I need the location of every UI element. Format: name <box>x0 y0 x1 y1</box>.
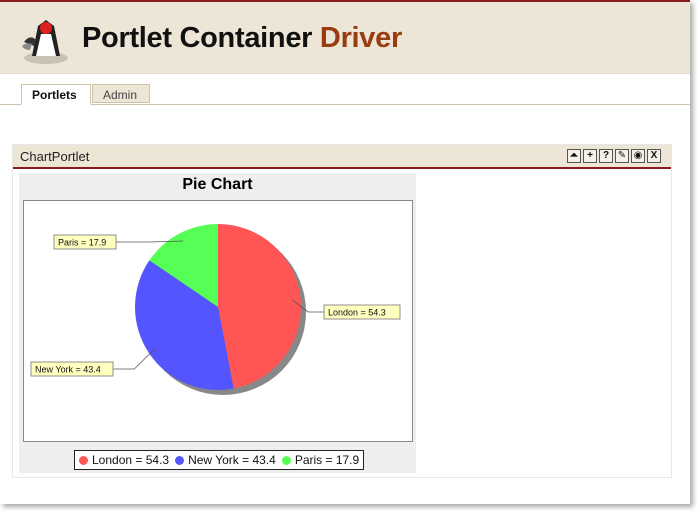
portlet-title-bar: ChartPortlet ⏶ + ? ✎ ◉ X <box>13 145 671 169</box>
page-title: Portlet Container Driver <box>82 22 402 54</box>
pie-chart: Pie Chart London = 54.3 New York = 43.4 Pa… <box>19 173 416 473</box>
legend-label-paris: Paris = 17.9 <box>294 453 360 467</box>
minimize-icon[interactable]: ⏶ <box>567 149 581 163</box>
callout-label-new-york: New York = 43.4 <box>35 365 101 375</box>
browser-frame: Portlet Container Driver Portlets Admin … <box>0 0 690 504</box>
chart-legend: London = 54.3 New York = 43.4 Paris = 17… <box>74 450 365 470</box>
maximize-icon[interactable]: + <box>583 149 597 163</box>
help-icon[interactable]: ? <box>599 149 613 163</box>
pie-slice-london <box>218 224 301 389</box>
chart-portlet: ChartPortlet ⏶ + ? ✎ ◉ X Pie Chart Londo… <box>12 144 672 478</box>
close-icon[interactable]: X <box>647 149 661 163</box>
view-icon[interactable]: ◉ <box>631 149 645 163</box>
tab-admin[interactable]: Admin <box>92 84 150 103</box>
legend-swatch-new-york <box>175 455 185 465</box>
callout-label-london: London = 54.3 <box>328 308 386 318</box>
legend-label-london: London = 54.3 <box>92 453 170 467</box>
callout-label-paris: Paris = 17.9 <box>58 238 106 248</box>
portlet-controls: ⏶ + ? ✎ ◉ X <box>567 149 661 163</box>
portlet-title: ChartPortlet <box>20 149 90 164</box>
legend-label-new-york: New York = 43.4 <box>188 453 276 467</box>
chart-title: Pie Chart <box>182 176 253 193</box>
java-duke-logo <box>22 20 68 64</box>
legend-swatch-paris <box>281 455 291 465</box>
plot-area: London = 54.3 New York = 43.4 Paris = 17.9 <box>23 200 413 442</box>
legend-item-new-york: New York = 43.4 <box>175 453 276 467</box>
pie-svg: London = 54.3 New York = 43.4 Paris = 17.9 <box>30 224 401 395</box>
edit-icon[interactable]: ✎ <box>615 149 629 163</box>
page-header: Portlet Container Driver <box>0 0 690 74</box>
legend-item-paris: Paris = 17.9 <box>281 453 360 467</box>
tab-bar: Portlets Admin <box>0 84 690 105</box>
legend-item-london: London = 54.3 <box>79 453 169 467</box>
tab-portlets[interactable]: Portlets <box>21 84 91 105</box>
legend-swatch-london <box>79 455 88 465</box>
